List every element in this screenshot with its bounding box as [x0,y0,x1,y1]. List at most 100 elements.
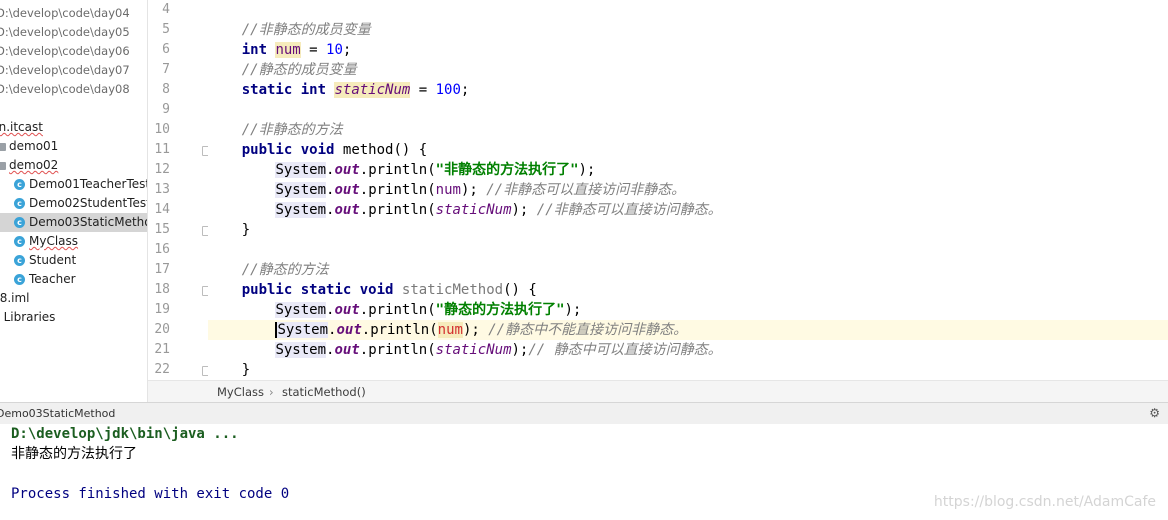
class-label: Demo02StudentTest [29,196,148,210]
breadcrumb-separator: › [269,385,274,399]
tree-class-demo03staticmethod[interactable]: c Demo03StaticMethod [0,213,147,232]
code-editor[interactable]: //非静态的成员变量 int num = 10; //静态的成员变量 stati… [208,0,1168,380]
tree-path-day07[interactable]: D:\develop\code\day07 [0,61,130,80]
dot: . [359,202,369,218]
code-line: //静态的方法 [208,260,1168,280]
line-number: 7 [162,62,170,77]
code-line: //非静态的方法 [208,120,1168,140]
method-println: println [368,182,428,198]
punctuation: () { [393,142,428,158]
tree-folder-demo02[interactable]: demo02 [0,156,58,175]
tree-class-student[interactable]: c Student [14,251,76,270]
tree-package-itcast[interactable]: cn.itcast [0,118,43,137]
keyword: int [300,82,327,98]
keyword: static [241,82,293,98]
package-label: cn.itcast [0,120,43,134]
field-staticnum: staticNum [334,82,411,98]
class-system: System [275,302,327,318]
folder-label: demo01 [9,139,59,153]
line-number: 9 [162,102,170,117]
run-tab-title[interactable]: Demo03StaticMethod [0,403,115,424]
class-system: System [275,182,327,198]
tree-class-demo02studenttest[interactable]: c Demo02StudentTest [14,194,148,213]
paren: ); [511,342,529,358]
console-exit-status: Process finished with exit code 0 [11,486,290,502]
dot: . [359,182,369,198]
caret-char: S [275,322,286,338]
tree-path-day06[interactable]: D:\develop\code\day06 [0,42,130,61]
code-line: System.out.println("静态的方法执行了"); [208,300,1168,320]
comment: //静态的成员变量 [241,62,357,78]
class-icon: c [14,217,25,228]
line-number: 14 [154,202,170,217]
breadcrumb-item-staticmethod[interactable]: staticMethod() [282,381,366,403]
tree-class-myclass[interactable]: c MyClass [14,232,78,251]
project-tree: D:\develop\code\day04 D:\develop\code\da… [0,0,148,402]
breadcrumb-item-myclass[interactable]: MyClass [217,381,264,403]
line-number: 22 [154,362,170,377]
line-number: 5 [162,22,170,37]
paren: ( [429,322,438,338]
paren: ); [460,182,478,198]
keyword: void [300,142,335,158]
keyword: static [300,282,352,298]
keyword: int [241,42,268,58]
comment: // 静态中可以直接访问静态。 [528,342,722,358]
comment: //非静态可以直接访问静态。 [536,202,722,218]
line-number: 10 [154,122,170,137]
gear-icon[interactable]: ⚙ [1149,403,1160,424]
line-number: 13 [154,182,170,197]
line-number: 18 [154,282,170,297]
method-println: println [368,302,428,318]
code-line: static int staticNum = 100; [208,80,1168,100]
class-label: Demo01TeacherTest [29,177,148,191]
line-number: 8 [162,82,170,97]
field-num: num [435,182,461,198]
tree-external-libraries[interactable]: External Libraries [0,308,55,327]
line-number: 12 [154,162,170,177]
tree-folder-demo01[interactable]: demo01 [0,137,58,156]
semicolon: ; [342,42,352,58]
line-number: 19 [154,302,170,317]
method-name: method [342,142,394,158]
editor-gutter: 4 5 6 7 8 9 10 11 12 13 14 15 16 17 18 1… [148,0,212,380]
method-println: println [368,162,428,178]
paren: ); [564,302,582,318]
brace: } [241,362,251,378]
tree-class-teacher[interactable]: c Teacher [14,270,76,289]
field-out: out [334,202,360,218]
tree-path-day04[interactable]: D:\develop\code\day04 [0,4,130,23]
code-line-current: System.out.println(num); //静态中不能直接访问非静态。 [208,320,1168,340]
comment: //非静态可以直接访问非静态。 [486,182,686,198]
error-field-num: num [437,322,463,338]
class-icon: c [14,255,25,266]
method-println: println [368,202,428,218]
operator: = [410,82,436,98]
code-line: //非静态的成员变量 [208,20,1168,40]
code-line: System.out.println(staticNum);// 静态中可以直接… [208,340,1168,360]
field-staticnum: staticNum [435,342,512,358]
line-number: 6 [162,42,170,57]
folder-icon [0,142,6,151]
paren: ); [578,162,596,178]
tree-iml-file[interactable]: day08.iml [0,289,30,308]
folder-icon [0,161,6,170]
brace: } [241,222,251,238]
paren: ( [427,302,436,318]
code-line: } [208,220,1168,240]
code-line: } [208,360,1168,380]
string-literal: "静态的方法执行了" [435,302,565,318]
dot: . [359,162,369,178]
folder-label: demo02 [9,158,59,172]
tree-path-day05[interactable]: D:\develop\code\day05 [0,23,130,42]
keyword: public [241,282,293,298]
tree-class-demo01teachertest[interactable]: c Demo01TeacherTest [14,175,148,194]
class-label: Teacher [29,272,76,286]
tree-path-day08[interactable]: D:\develop\code\day08 [0,80,130,99]
